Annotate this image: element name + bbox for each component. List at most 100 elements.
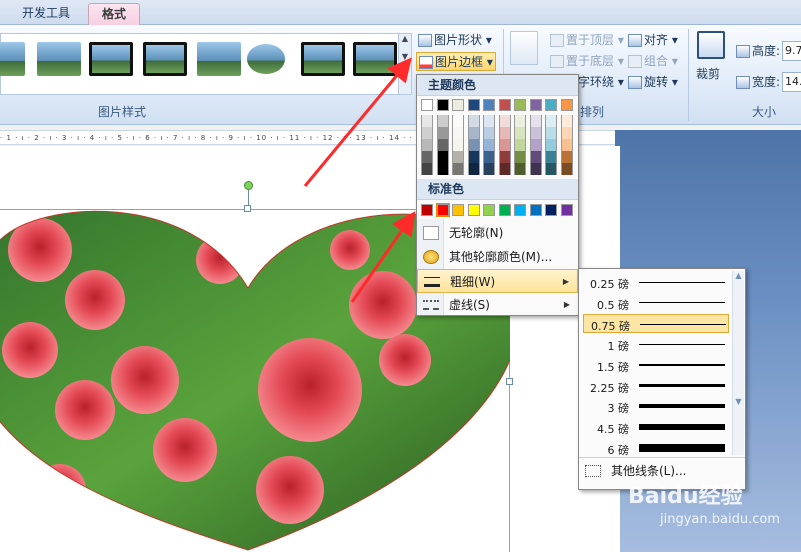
theme-color-shade-swatch[interactable] (514, 127, 526, 139)
theme-color-shade-swatch[interactable] (560, 151, 573, 163)
theme-color-shade-swatch[interactable] (529, 151, 542, 163)
theme-color-shade-swatch[interactable] (421, 163, 433, 175)
theme-color-shade-swatch[interactable] (436, 151, 449, 163)
style-thumbnail[interactable] (89, 42, 133, 76)
weight-option[interactable]: 0.5 磅 (583, 294, 729, 313)
weight-item[interactable]: 粗细(W) ▶ (417, 269, 578, 293)
weight-option[interactable]: 1.5 磅 (583, 356, 729, 375)
theme-color-shade-swatch[interactable] (560, 127, 573, 139)
style-thumbnail[interactable] (301, 42, 345, 76)
standard-color-swatch[interactable] (560, 204, 573, 216)
theme-color-shade-swatch[interactable] (421, 115, 433, 127)
style-thumbnail[interactable] (353, 42, 397, 76)
style-thumbnail[interactable] (247, 44, 285, 74)
theme-color-shade-swatch[interactable] (452, 127, 464, 139)
theme-color-shade-swatch[interactable] (421, 151, 433, 163)
theme-color-shade-swatch[interactable] (421, 139, 433, 151)
theme-color-shade-swatch[interactable] (452, 151, 464, 163)
theme-color-shade-swatch[interactable] (545, 115, 557, 127)
theme-color-shade-swatch[interactable] (560, 163, 573, 175)
style-thumbnail[interactable] (0, 42, 25, 76)
theme-color-shade-swatch[interactable] (467, 139, 480, 151)
theme-color-swatch[interactable] (545, 99, 557, 111)
theme-color-shade-swatch[interactable] (483, 139, 495, 151)
theme-color-shade-swatch[interactable] (436, 127, 449, 139)
submenu-scrollbar[interactable]: ▲ ▼ (732, 271, 744, 455)
theme-color-shade-swatch[interactable] (436, 139, 449, 151)
theme-color-shade-swatch[interactable] (529, 163, 542, 175)
theme-color-shade-swatch[interactable] (545, 151, 557, 163)
picture-styles-gallery[interactable] (0, 33, 400, 95)
weight-option[interactable]: 2.25 磅 (583, 377, 729, 396)
weight-option[interactable]: 1 磅 (583, 335, 729, 354)
theme-color-shade-swatch[interactable] (498, 115, 511, 127)
tab-developer[interactable]: 开发工具 (10, 3, 82, 25)
theme-color-shade-swatch[interactable] (483, 151, 495, 163)
theme-color-shade-swatch[interactable] (436, 115, 449, 127)
theme-color-shade-swatch[interactable] (514, 151, 526, 163)
standard-color-swatch[interactable] (483, 204, 495, 216)
theme-color-shade-swatch[interactable] (545, 139, 557, 151)
picture-shape-button[interactable]: 图片形状 ▾ (416, 31, 492, 50)
theme-color-shade-swatch[interactable] (483, 115, 495, 127)
theme-color-swatch[interactable] (467, 99, 480, 111)
theme-color-shade-swatch[interactable] (498, 151, 511, 163)
width-input[interactable]: 14. (782, 72, 801, 92)
theme-color-shade-swatch[interactable] (529, 115, 542, 127)
weight-option[interactable]: 0.75 磅 (583, 314, 729, 334)
crop-button[interactable]: 裁剪 (696, 65, 720, 84)
theme-color-shade-swatch[interactable] (452, 139, 464, 151)
rotation-handle[interactable] (244, 181, 253, 190)
theme-color-shade-swatch[interactable] (545, 163, 557, 175)
height-input[interactable]: 9.7 (782, 41, 801, 61)
theme-color-shade-swatch[interactable] (467, 127, 480, 139)
style-thumbnail[interactable] (197, 42, 241, 76)
theme-color-shade-swatch[interactable] (483, 127, 495, 139)
theme-color-shade-swatch[interactable] (467, 163, 480, 175)
standard-color-swatch[interactable] (452, 204, 464, 216)
theme-color-swatch[interactable] (452, 99, 464, 111)
standard-color-swatch[interactable] (545, 204, 557, 216)
theme-color-shade-swatch[interactable] (498, 127, 511, 139)
theme-color-swatch[interactable] (436, 99, 449, 111)
weight-option[interactable]: 3 磅 (583, 397, 729, 416)
standard-color-swatch[interactable] (467, 204, 480, 216)
align-button[interactable]: 对齐 ▾ (626, 31, 678, 50)
theme-color-swatch[interactable] (421, 99, 433, 111)
theme-color-swatch[interactable] (514, 99, 526, 111)
theme-color-shade-swatch[interactable] (560, 115, 573, 127)
theme-color-shade-swatch[interactable] (452, 163, 464, 175)
theme-color-shade-swatch[interactable] (467, 151, 480, 163)
weight-option[interactable]: 6 磅 (583, 439, 729, 458)
theme-color-swatch[interactable] (529, 99, 542, 111)
send-to-back-button[interactable]: 置于底层 ▾ (548, 52, 624, 71)
theme-color-shade-swatch[interactable] (514, 163, 526, 175)
no-outline-item[interactable]: 无轮廓(N) (417, 221, 578, 245)
theme-color-swatch[interactable] (483, 99, 495, 111)
position-button[interactable] (510, 31, 538, 65)
style-thumbnail[interactable] (37, 42, 81, 76)
standard-color-swatch[interactable] (421, 204, 433, 216)
theme-color-shade-swatch[interactable] (498, 139, 511, 151)
style-thumbnail[interactable] (143, 42, 187, 76)
theme-color-shade-swatch[interactable] (436, 163, 449, 175)
theme-color-shade-swatch[interactable] (467, 115, 480, 127)
theme-color-shade-swatch[interactable] (514, 115, 526, 127)
gallery-scroll[interactable]: ▲ ▼ ▾ (398, 33, 412, 95)
theme-color-swatch[interactable] (498, 99, 511, 111)
more-outline-colors-item[interactable]: 其他轮廓颜色(M)... (417, 245, 578, 269)
text-wrap-button[interactable]: 字环绕 ▾ (578, 73, 624, 92)
theme-color-shade-swatch[interactable] (421, 127, 433, 139)
group-button[interactable]: 组合 ▾ (626, 52, 678, 71)
weight-option[interactable]: 4.5 磅 (583, 418, 729, 437)
rotate-button[interactable]: 旋转 ▾ (626, 73, 678, 92)
standard-color-swatch[interactable] (435, 203, 450, 217)
standard-color-swatch[interactable] (529, 204, 542, 216)
theme-color-shade-swatch[interactable] (529, 127, 542, 139)
dashes-item[interactable]: 虚线(S) ▶ (417, 293, 578, 317)
weight-option[interactable]: 0.25 磅 (583, 273, 729, 292)
theme-color-shade-swatch[interactable] (498, 163, 511, 175)
theme-color-shade-swatch[interactable] (514, 139, 526, 151)
theme-color-shade-swatch[interactable] (483, 163, 495, 175)
standard-color-swatch[interactable] (498, 204, 511, 216)
